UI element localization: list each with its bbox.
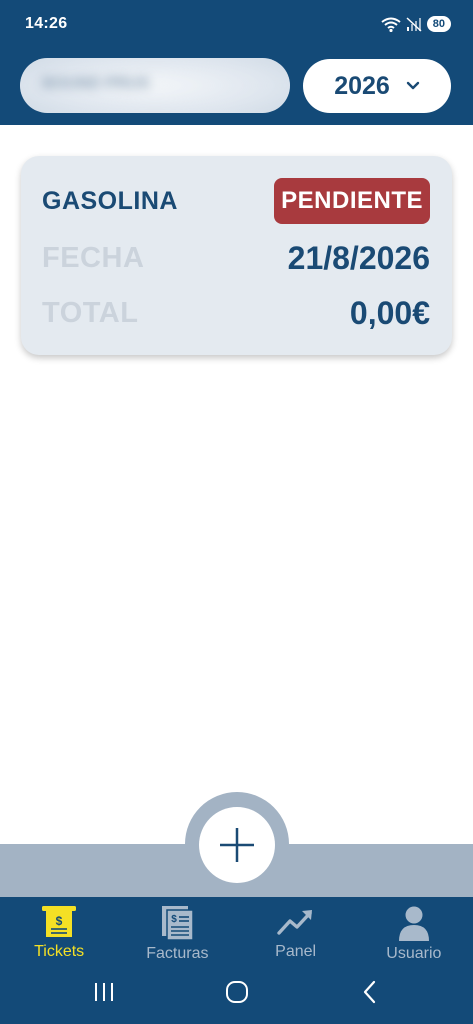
chevron-down-icon <box>406 81 420 90</box>
add-ticket-button[interactable] <box>199 807 275 883</box>
back-button[interactable] <box>350 978 390 1006</box>
status-badge: PENDIENTE <box>274 178 430 224</box>
recent-apps-button[interactable] <box>84 978 124 1006</box>
nav-label-tickets: Tickets <box>34 943 85 960</box>
invoice-icon: $ <box>162 906 195 941</box>
no-signal-icon <box>406 17 422 32</box>
trend-chart-icon <box>276 910 312 935</box>
app-header: 14:26 80 BOUND PRUS 2026 <box>0 0 473 125</box>
status-bar: 14:26 80 <box>25 13 451 35</box>
recent-apps-icon <box>95 983 113 1001</box>
nav-item-tickets[interactable]: $ Tickets <box>0 897 118 968</box>
system-nav-bar <box>0 968 473 1024</box>
status-icons: 80 <box>381 16 451 32</box>
plus-icon <box>220 828 254 862</box>
svg-text:$: $ <box>172 914 178 925</box>
svg-text:$: $ <box>56 914 63 928</box>
battery-indicator: 80 <box>426 16 451 32</box>
nav-item-usuario[interactable]: Usuario <box>355 897 473 968</box>
ticket-total-row: TOTAL 0,00€ <box>42 293 430 333</box>
nav-label-facturas: Facturas <box>146 945 209 962</box>
date-value: 21/8/2026 <box>287 239 430 276</box>
user-icon <box>398 906 429 941</box>
ticket-concept: GASOLINA <box>42 186 178 215</box>
home-button[interactable] <box>217 978 257 1006</box>
status-time: 14:26 <box>25 15 68 32</box>
nav-label-usuario: Usuario <box>386 945 442 962</box>
total-label: TOTAL <box>42 296 139 329</box>
nav-label-panel: Panel <box>275 943 317 960</box>
total-value: 0,00€ <box>349 294 430 331</box>
nav-item-facturas[interactable]: $ Facturas <box>118 897 236 968</box>
company-selector[interactable]: BOUND PRUS <box>20 58 290 113</box>
year-value: 2026 <box>334 71 390 100</box>
bottom-nav: $ Tickets $ Facturas Panel Usuario <box>0 897 473 968</box>
company-name: BOUND PRUS <box>42 75 150 92</box>
ticket-card[interactable]: GASOLINA PENDIENTE FECHA 21/8/2026 TOTAL… <box>21 156 452 355</box>
ticket-header-row: GASOLINA PENDIENTE <box>42 178 430 224</box>
date-label: FECHA <box>42 241 145 274</box>
ticket-date-row: FECHA 21/8/2026 <box>42 238 430 278</box>
wifi-icon <box>381 17 401 32</box>
year-selector[interactable]: 2026 <box>303 59 451 113</box>
nav-item-panel[interactable]: Panel <box>237 897 355 968</box>
ticket-icon: $ <box>42 906 77 937</box>
home-circle-icon <box>226 981 248 1003</box>
back-chevron-icon <box>363 980 376 1004</box>
